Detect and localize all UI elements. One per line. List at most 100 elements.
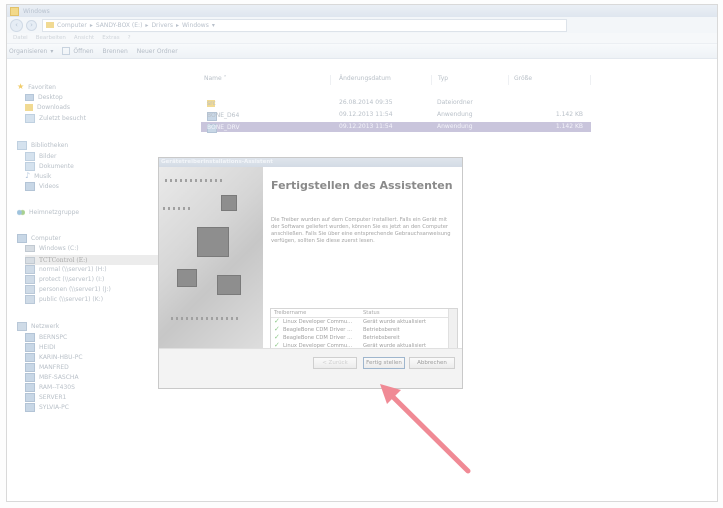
menu-help[interactable]: ? <box>128 35 131 41</box>
downloads-icon <box>25 104 33 111</box>
chevron-down-icon: ▾ <box>50 47 54 55</box>
checkmark-icon: ✓ <box>274 333 280 341</box>
organize-button[interactable]: Organisieren ▾ <box>9 48 53 55</box>
column-header-name[interactable]: Name ˄ <box>201 75 331 85</box>
computer-icon <box>25 403 35 412</box>
sidebar-item-documents[interactable]: Dokumente <box>25 162 74 171</box>
sidebar-item-drive-e[interactable]: TCTControl (E:) <box>25 255 159 265</box>
computer-icon <box>25 363 35 372</box>
column-header-type[interactable]: Typ <box>435 75 509 85</box>
file-row-src[interactable]: src 26.08.2014 09:35 Dateiordner <box>201 98 591 108</box>
menu-bar: Datei Bearbeiten Ansicht Extras ? <box>7 33 717 44</box>
list-item[interactable]: ✓ BeagleBone CDM Driver ... Betriebsbere… <box>271 334 457 342</box>
sidebar-network[interactable]: Netzwerk <box>17 322 59 331</box>
sidebar-item-bernspc[interactable]: BERNSPC <box>25 333 67 342</box>
menu-view[interactable]: Ansicht <box>74 35 94 41</box>
drive-icon <box>25 256 35 264</box>
sidebar-favorites[interactable]: ★ Favoriten <box>17 83 56 91</box>
computer-icon <box>25 343 35 352</box>
sidebar-item-videos[interactable]: Videos <box>25 182 59 191</box>
menu-tools[interactable]: Extras <box>102 35 119 41</box>
sidebar-item-sylvia[interactable]: SYLVIA-PC <box>25 403 69 412</box>
sidebar-item-heidi[interactable]: HEIDI <box>25 343 55 352</box>
videos-icon <box>25 182 35 191</box>
sidebar-item-manfred[interactable]: MANFRED <box>25 363 69 372</box>
open-icon <box>62 47 71 55</box>
drive-icon <box>25 245 35 252</box>
computer-icon <box>25 333 35 342</box>
breadcrumb-drive[interactable]: SANDY-BOX (E:) <box>96 22 143 29</box>
sidebar-computer[interactable]: Computer <box>17 234 61 243</box>
music-icon: ♪ <box>25 171 31 180</box>
sidebar-item-music[interactable]: ♪ Musik <box>25 172 51 180</box>
menu-file[interactable]: Datei <box>13 35 28 41</box>
forward-arrow-icon[interactable]: › <box>26 19 37 31</box>
breadcrumb-computer[interactable]: Computer <box>57 22 87 29</box>
list-item[interactable]: ✓ Linux Developer Commu... Gerät wurde a… <box>271 318 457 326</box>
sidebar-item-server1[interactable]: SERVER1 <box>25 393 66 402</box>
checkmark-icon: ✓ <box>274 317 280 325</box>
list-header: Treibername Status <box>271 309 457 318</box>
dialog-footer: < Zurück Fertig stellen Abbrechen <box>159 348 462 388</box>
library-icon <box>17 141 27 150</box>
driver-install-wizard-dialog: Gerätetreiberinstallations-Assistent Fer… <box>158 157 463 389</box>
sidebar-item-downloads[interactable]: Downloads <box>25 104 70 111</box>
new-folder-button[interactable]: Neuer Ordner <box>137 48 178 55</box>
star-icon: ★ <box>17 82 25 91</box>
sidebar-item-ram[interactable]: RAM--T430S <box>25 383 75 392</box>
chip-shape <box>177 269 197 287</box>
address-row: ‹ › Computer ▸ SANDY-BOX (E:) ▸ Drivers ▸ W… <box>7 17 717 33</box>
title-bar: Windows <box>7 5 717 17</box>
computer-icon <box>25 383 35 392</box>
sidebar-item-desktop[interactable]: Desktop <box>25 94 63 101</box>
circuit-board-image <box>159 167 263 351</box>
sidebar-item-drive-j[interactable]: personen (\\server1) (J:) <box>25 285 111 294</box>
sidebar-item-drive-k[interactable]: public (\\server1) (K:) <box>25 295 103 304</box>
list-item[interactable]: ✓ BeagleBone CDM Driver ... Betriebsbere… <box>271 326 457 334</box>
network-drive-icon <box>25 265 35 274</box>
navigation-pane: ★ Favoriten Desktop Downloads Zuletzt bes… <box>7 71 159 501</box>
chip-shape <box>197 227 229 257</box>
finish-button[interactable]: Fertig stellen <box>363 357 405 369</box>
breadcrumb-windows[interactable]: Windows <box>182 22 209 29</box>
sidebar-item-recent[interactable]: Zuletzt besucht <box>25 114 86 123</box>
sidebar-item-karin[interactable]: KARIN-HBU-PC <box>25 353 83 362</box>
menu-edit[interactable]: Bearbeiten <box>36 35 66 41</box>
computer-icon <box>25 353 35 362</box>
column-header-date[interactable]: Änderungsdatum <box>336 75 432 85</box>
computer-icon <box>17 234 27 243</box>
back-button[interactable]: < Zurück <box>313 357 357 369</box>
pin-row-shape <box>165 179 225 182</box>
sidebar-item-drive-i[interactable]: protect (\\server1) (I:) <box>25 275 104 284</box>
command-bar: Organisieren ▾ Öffnen Brennen Neuer Ordne… <box>7 44 717 59</box>
list-scrollbar[interactable] <box>448 309 457 352</box>
sidebar-item-drive-c[interactable]: Windows (C:) <box>25 245 79 252</box>
sidebar-item-drive-h[interactable]: normal (\\server1) (H:) <box>25 265 107 274</box>
sidebar-item-mbf-sascha[interactable]: MBF-SASCHA <box>25 373 79 382</box>
pictures-icon <box>25 152 35 161</box>
file-row-bone-drv[interactable]: BONE_DRV 09.12.2013 11:54 Anwendung 1.14… <box>201 122 591 133</box>
desktop-icon <box>25 94 34 101</box>
dialog-title: Gerätetreiberinstallations-Assistent <box>159 158 462 167</box>
recent-places-icon <box>25 114 35 123</box>
file-row-bone-d64[interactable]: BONE_D64 09.12.2013 11:54 Anwendung 1.14… <box>201 110 591 121</box>
network-drive-icon <box>25 285 35 294</box>
pin-row-shape <box>171 317 241 320</box>
open-button[interactable]: Öffnen <box>62 47 94 55</box>
sidebar-libraries[interactable]: Bibliotheken <box>17 141 68 150</box>
network-drive-icon <box>25 295 35 304</box>
chip-shape <box>217 275 241 295</box>
back-arrow-icon[interactable]: ‹ <box>10 18 23 32</box>
homegroup-icon <box>17 209 25 216</box>
column-header-size[interactable]: Größe <box>511 75 591 85</box>
folder-icon <box>46 22 54 28</box>
computer-icon <box>25 373 35 382</box>
sidebar-item-pictures[interactable]: Bilder <box>25 152 56 161</box>
cancel-button[interactable]: Abbrechen <box>409 357 455 369</box>
sidebar-homegroup[interactable]: Heimnetzgruppe <box>17 209 79 216</box>
driver-status-list[interactable]: Treibername Status ✓ Linux Developer Com… <box>270 308 458 353</box>
burn-button[interactable]: Brennen <box>103 48 128 55</box>
dialog-description: Die Treiber wurden auf dem Computer inst… <box>271 217 451 244</box>
breadcrumb-drivers[interactable]: Drivers <box>151 22 173 29</box>
address-bar[interactable]: Computer ▸ SANDY-BOX (E:) ▸ Drivers ▸ Windo… <box>42 18 567 32</box>
